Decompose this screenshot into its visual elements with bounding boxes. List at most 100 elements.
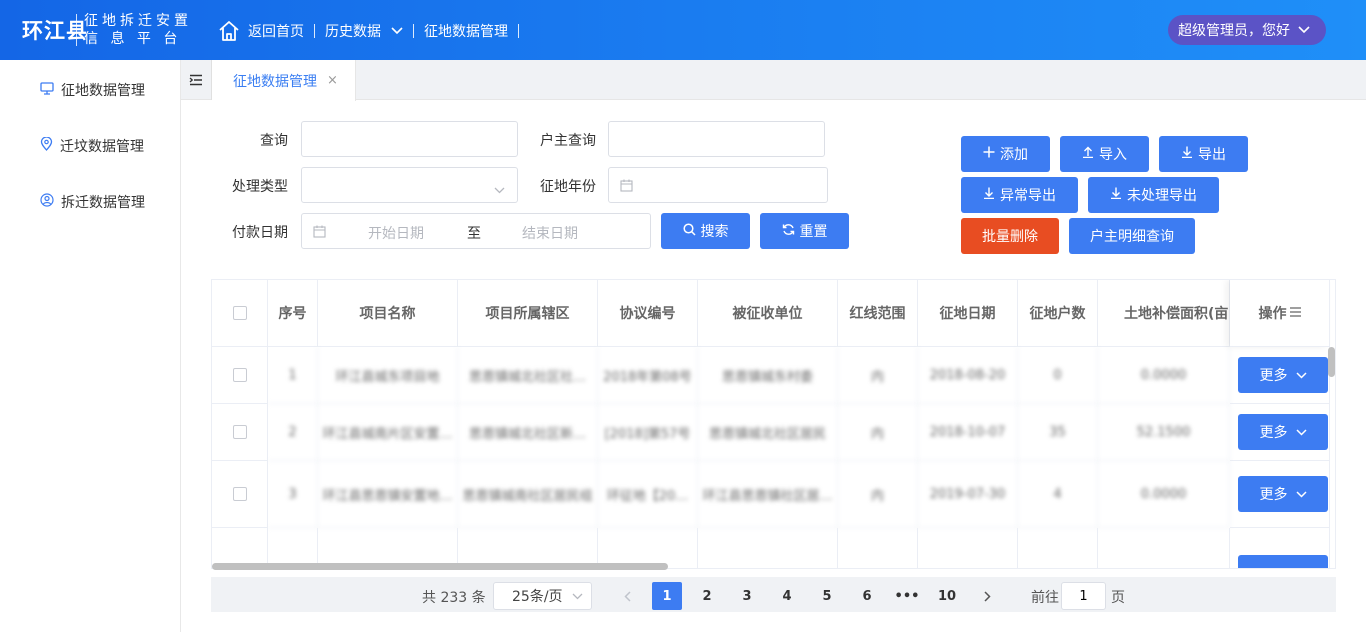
search-icon	[682, 222, 701, 240]
page-button[interactable]: 4	[772, 582, 802, 610]
chevron-down-icon	[1288, 486, 1307, 502]
add-button[interactable]: 添加	[961, 136, 1050, 172]
cell-unit: 环江县思恩镇社区居…	[698, 461, 838, 528]
chevron-down-icon	[572, 593, 583, 600]
column-header[interactable]: 红线范围	[838, 280, 918, 347]
nav-land-data[interactable]: 征地数据管理	[414, 21, 518, 41]
page-button[interactable]: 6	[852, 582, 882, 610]
page-button[interactable]: 2	[692, 582, 722, 610]
plus-icon	[983, 146, 1000, 162]
abnormal-export-label: 异常导出	[1000, 188, 1056, 204]
more-button-label: 更多	[1259, 425, 1288, 441]
cell-redline: 内	[838, 347, 918, 404]
process-type-select[interactable]	[301, 167, 518, 203]
owner-query-label: 户主查询	[540, 133, 596, 149]
menu-collapse-icon[interactable]	[181, 60, 212, 100]
nav-home[interactable]: 返回首页	[218, 20, 314, 42]
prev-page-button[interactable]	[612, 582, 642, 610]
column-header[interactable]: 协议编号	[598, 280, 698, 347]
more-button[interactable]	[1238, 555, 1328, 568]
reset-button-label: 重置	[799, 224, 828, 240]
unprocessed-export-button[interactable]: 未处理导出	[1088, 177, 1219, 213]
date-end-placeholder[interactable]: 结束日期	[522, 223, 578, 243]
sidebar-item-grave[interactable]: 迁坟数据管理	[40, 136, 144, 156]
reset-button[interactable]: 重置	[760, 213, 849, 249]
cell-area: 52.1500	[1098, 404, 1230, 461]
search-button[interactable]: 搜索	[661, 213, 750, 249]
cell-empty	[918, 528, 1018, 568]
logo-subtitle-line2: 信 息 平 台	[84, 31, 182, 47]
row-checkbox[interactable]	[232, 368, 247, 382]
cell-area: 0.0000	[1098, 347, 1230, 404]
logo-subtitle: 征地拆迁安置 信 息 平 台	[84, 12, 192, 48]
page-button[interactable]: 5	[812, 582, 842, 610]
goto-page-input[interactable]	[1061, 582, 1106, 610]
nav-history-dropdown[interactable]: 历史数据	[315, 21, 413, 41]
land-year-label: 征地年份	[540, 179, 596, 195]
owner-detail-button[interactable]: 户主明细查询	[1069, 218, 1195, 254]
date-start-placeholder[interactable]: 开始日期	[368, 223, 424, 243]
select-all-cell	[212, 280, 268, 347]
more-button[interactable]: 更多	[1238, 414, 1328, 450]
top-header: 环江县 征地拆迁安置 信 息 平 台 返回首页 历史数据 征地数据管理 超级管理…	[0, 0, 1366, 60]
page-button[interactable]: 3	[732, 582, 762, 610]
sidebar-item-demolition[interactable]: 拆迁数据管理	[40, 192, 145, 212]
nav-history-label: 历史数据	[325, 24, 381, 40]
batch-delete-button[interactable]: 批量删除	[961, 218, 1059, 254]
import-button[interactable]: 导入	[1060, 136, 1149, 172]
horizontal-scrollbar[interactable]	[212, 563, 668, 570]
cell-no: 1	[268, 347, 318, 404]
more-button-label: 更多	[1259, 487, 1288, 503]
upload-icon	[1082, 146, 1099, 162]
cell-households: 35	[1018, 404, 1098, 461]
row-checkbox[interactable]	[232, 425, 247, 439]
more-button[interactable]: 更多	[1238, 357, 1328, 393]
cell-redline: 内	[838, 461, 918, 528]
query-input[interactable]	[301, 121, 518, 157]
column-header[interactable]: 序号	[268, 280, 318, 347]
unprocessed-export-label: 未处理导出	[1127, 188, 1197, 204]
vertical-scrollbar[interactable]	[1328, 347, 1335, 377]
column-header[interactable]: 土地补偿面积(亩)	[1098, 280, 1230, 347]
page-size-select[interactable]: 25条/页	[493, 582, 592, 610]
column-header[interactable]: 征地日期	[918, 280, 1018, 347]
close-icon[interactable]: ×	[327, 73, 338, 88]
abnormal-export-button[interactable]: 异常导出	[961, 177, 1078, 213]
chevron-down-icon	[494, 182, 505, 198]
chevron-left-icon	[623, 590, 631, 602]
sidebar-item-label: 征地数据管理	[61, 83, 145, 99]
user-menu[interactable]: 超级管理员，您好	[1168, 15, 1326, 45]
row-checkbox[interactable]	[232, 487, 247, 501]
cell-unit: 思恩镇城北社区居民	[698, 404, 838, 461]
next-page-button[interactable]	[972, 582, 1002, 610]
more-button[interactable]: 更多	[1238, 476, 1328, 512]
nav-land-label: 征地数据管理	[424, 24, 508, 40]
column-header[interactable]: 项目名称	[318, 280, 458, 347]
sidebar-item-land[interactable]: 征地数据管理	[40, 80, 145, 100]
column-header[interactable]: 项目所属辖区	[458, 280, 598, 347]
cell-date: 2018-10-07	[918, 404, 1018, 461]
cell-date: 2018-08-20	[918, 347, 1018, 404]
menu-lines-icon[interactable]	[1289, 305, 1301, 321]
row-select-cell	[212, 461, 268, 528]
owner-query-input[interactable]	[608, 121, 825, 157]
page-button[interactable]: 1	[652, 582, 682, 610]
cell-district: 思恩镇城南社区居民组	[458, 461, 598, 528]
download-icon	[1110, 187, 1127, 203]
tab-land-data[interactable]: 征地数据管理 ×	[212, 60, 356, 101]
page-button[interactable]: 10	[932, 582, 962, 610]
payment-date-range[interactable]: 开始日期 至 结束日期	[301, 213, 651, 249]
cell-area: 0.0000	[1098, 461, 1230, 528]
page-ellipsis[interactable]: •••	[892, 582, 922, 610]
land-year-picker[interactable]	[608, 167, 828, 203]
cell-empty	[1098, 528, 1230, 568]
cell-empty	[838, 528, 918, 568]
column-header[interactable]: 被征收单位	[698, 280, 838, 347]
monitor-icon	[40, 81, 61, 99]
cell-district: 思恩镇城北社区新…	[458, 404, 598, 461]
sidebar-item-label: 迁坟数据管理	[60, 139, 144, 155]
column-header[interactable]: 征地户数	[1018, 280, 1098, 347]
export-button[interactable]: 导出	[1159, 136, 1248, 172]
select-all-checkbox[interactable]	[232, 306, 247, 320]
logo-divider	[76, 14, 77, 46]
